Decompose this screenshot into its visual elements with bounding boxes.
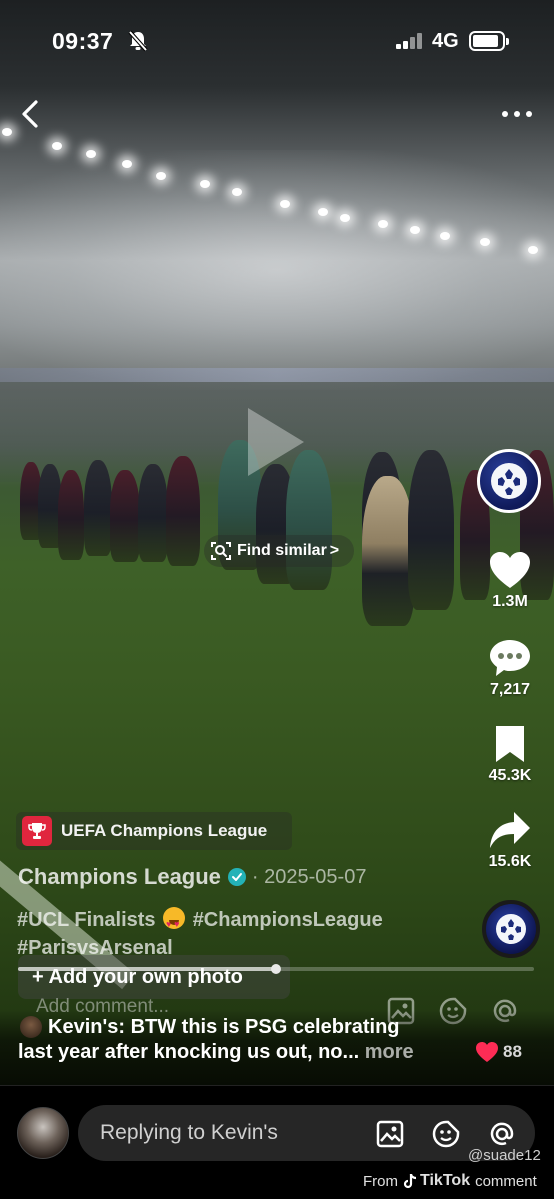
- comment-icon: [490, 640, 530, 676]
- find-similar-label: Find similar: [237, 542, 327, 559]
- status-bar: 09:37 4G: [0, 0, 554, 80]
- heart-eyes-emoji-icon: [163, 907, 186, 938]
- share-icon: [490, 812, 530, 848]
- mention-icon[interactable]: [487, 1119, 517, 1149]
- watermark-username: @suade12: [468, 1147, 541, 1164]
- heart-icon: [490, 552, 530, 588]
- author-name[interactable]: Champions League: [18, 864, 221, 890]
- share-button[interactable]: 15.6K: [478, 810, 542, 871]
- clock: 09:37: [52, 28, 114, 54]
- progress-fill: [18, 967, 276, 971]
- image-icon[interactable]: [375, 1119, 405, 1149]
- progress-knob[interactable]: [271, 964, 281, 974]
- comment-button[interactable]: 7,217: [478, 638, 542, 699]
- user-avatar[interactable]: [17, 1107, 69, 1159]
- find-similar-icon: [211, 542, 231, 560]
- sticker-icon[interactable]: [431, 1119, 461, 1149]
- comment-line-2: last year after knocking us out, no... m…: [18, 1041, 414, 1064]
- chevron-right-icon: >: [329, 542, 340, 559]
- comment-text-2: last year after knocking us out, no...: [18, 1041, 360, 1063]
- watermark-suffix: comment: [475, 1172, 537, 1190]
- hashtag-ucl-finalists[interactable]: #UCL Finalists: [17, 909, 156, 931]
- hashtag-champions-league[interactable]: #ChampionsLeague: [193, 909, 383, 931]
- starball-logo: [496, 914, 526, 944]
- post-date: · 2025-05-07: [251, 865, 367, 888]
- like-button[interactable]: 1.3M: [478, 550, 542, 611]
- comment-like-count: 88: [503, 1042, 522, 1061]
- reply-comment[interactable]: Kevin's: BTW this is PSG celebrating las…: [0, 1010, 554, 1086]
- commenter-avatar: [20, 1016, 42, 1038]
- network-type: 4G: [432, 30, 459, 52]
- hashtags: #UCL Finalists #ChampionsLeague #Parisvs…: [17, 906, 457, 962]
- floodlights: [0, 120, 554, 280]
- video-progress-bar[interactable]: [18, 964, 534, 974]
- reply-placeholder: Replying to Kevin's: [100, 1121, 278, 1144]
- tiktok-logo-icon: [403, 1173, 417, 1189]
- save-count: 45.3K: [488, 767, 532, 784]
- verified-badge-icon: [227, 868, 246, 886]
- commenter-name: Kevin's:: [48, 1016, 126, 1038]
- more-link[interactable]: more: [365, 1041, 414, 1063]
- like-count: 1.3M: [492, 593, 528, 610]
- bell-off-icon: [128, 30, 148, 52]
- signal-icon: [396, 33, 426, 49]
- reply-input[interactable]: Replying to Kevin's: [78, 1105, 535, 1161]
- author-row: Champions League · 2025-05-07: [18, 864, 366, 890]
- save-button[interactable]: 45.3K: [478, 724, 542, 785]
- sound-disc[interactable]: [482, 900, 540, 958]
- comment-line-1: Kevin's: BTW this is PSG celebrating: [48, 1016, 400, 1039]
- stadium-led-board: [0, 368, 554, 382]
- creator-avatar[interactable]: [477, 449, 541, 513]
- find-similar-button[interactable]: Find similar >: [204, 535, 354, 567]
- watermark-brand: TikTok: [420, 1172, 471, 1189]
- heart-icon: [476, 1042, 498, 1062]
- comment-count: 7,217: [489, 681, 531, 698]
- play-icon[interactable]: [248, 408, 304, 476]
- comment-text-1: BTW this is PSG celebrating: [130, 1016, 400, 1038]
- share-count: 15.6K: [488, 853, 532, 870]
- battery-icon: [469, 31, 509, 51]
- sound-label: UEFA Champions League: [61, 821, 268, 840]
- watermark-from: From: [363, 1172, 398, 1190]
- bookmark-icon: [496, 726, 524, 762]
- comment-like-button[interactable]: 88: [475, 1041, 522, 1063]
- trophy-icon: [22, 816, 52, 846]
- starball-logo: [491, 463, 527, 499]
- sound-chip[interactable]: UEFA Champions League: [16, 812, 292, 850]
- chevron-left-icon[interactable]: [16, 96, 44, 132]
- more-icon[interactable]: [500, 104, 534, 124]
- watermark: From TikTok comment: [363, 1172, 537, 1190]
